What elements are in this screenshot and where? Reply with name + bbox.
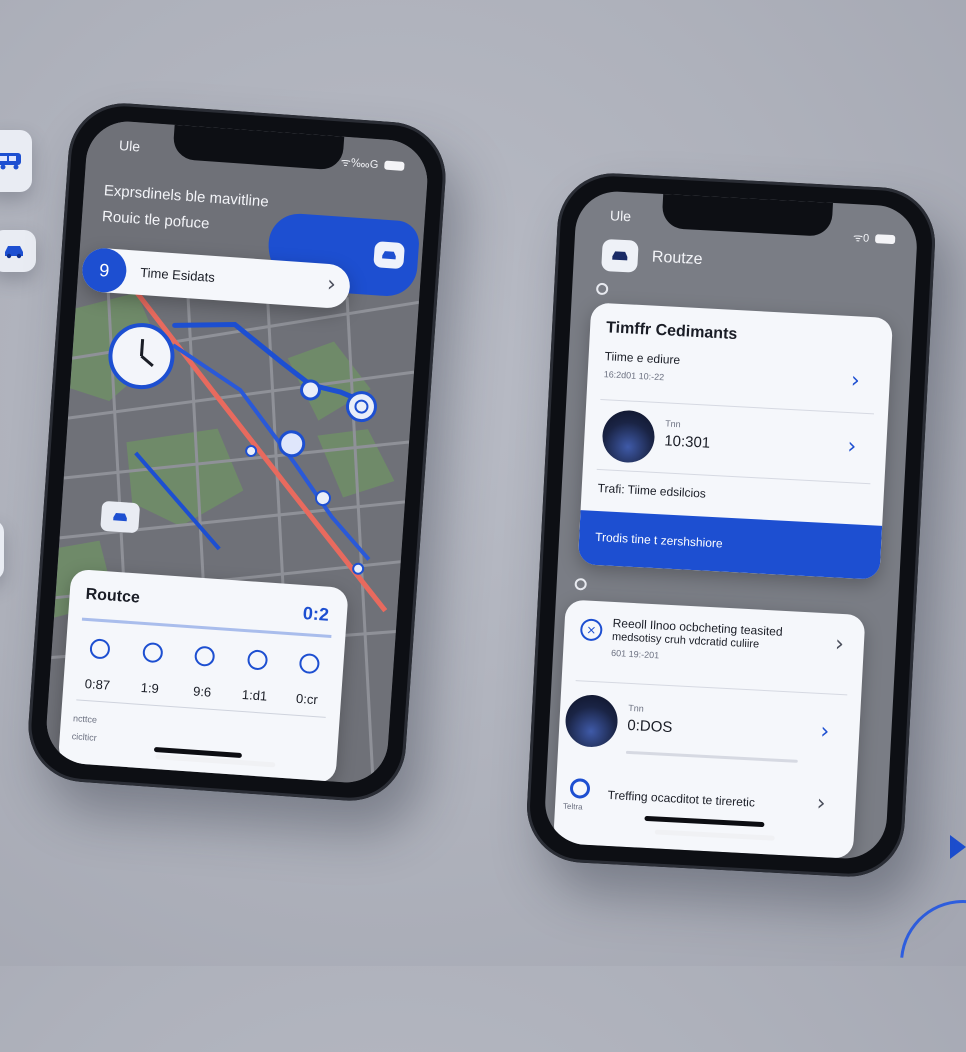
chevron-right-icon[interactable]: › (850, 368, 860, 393)
app-icon[interactable] (601, 238, 639, 273)
signal-icon: ᯤ‱G (340, 156, 379, 172)
stops-row: 0:87 1:9 9:6 1:d1 0:cr (73, 637, 334, 708)
stop-item[interactable]: 1:9 (125, 641, 177, 697)
pin-icon (246, 649, 268, 671)
stop-item[interactable]: 0:cr (282, 652, 334, 708)
chevron-right-icon[interactable]: › (847, 434, 857, 459)
car-icon (382, 251, 396, 260)
progress-track (625, 750, 798, 763)
row-title[interactable]: Trafi: Tiime edsilcios (597, 481, 706, 501)
chevron-right-icon[interactable]: › (834, 632, 844, 657)
row-label: Tnn (664, 418, 681, 430)
row-title: Treffing ocacditot te tireretic (607, 787, 756, 810)
floating-car-card (0, 230, 36, 272)
route-node (345, 391, 377, 423)
battery-icon (874, 234, 896, 245)
stop-time: 0:cr (295, 690, 319, 708)
floating-edge-card (0, 520, 4, 580)
route-card-title: Routce (85, 585, 141, 607)
status-time: Ule (609, 207, 632, 225)
signal-icon: ᯤ0 (852, 232, 870, 245)
route-node (300, 379, 322, 401)
car-icon (612, 251, 628, 261)
pin-icon (141, 641, 163, 664)
dot-icon (595, 282, 609, 296)
car-icon (5, 246, 23, 259)
traffic-card-title: Timffr Cedimants (605, 319, 738, 344)
stop-item[interactable]: 9:6 (178, 645, 230, 701)
chevron-right-icon[interactable]: › (326, 272, 337, 298)
stop-time: 1:9 (140, 679, 160, 697)
blue-arrow-decoration (950, 835, 966, 859)
chevron-right-icon[interactable]: › (820, 719, 830, 744)
route-foot-line1: ncttce (72, 713, 98, 725)
target-icon (569, 777, 591, 799)
divider (81, 617, 332, 639)
card-row[interactable]: Tnn 10:301 › (583, 406, 888, 478)
blue-arc-decoration (874, 874, 966, 1052)
car-icon (113, 512, 127, 522)
row-title: Tiime e ediure (604, 349, 681, 368)
row-sub: 601 19:-201 (610, 647, 660, 661)
right-screen: Ule ᯤ0 Routze Timffr Cedimants Tiime e e… (543, 189, 919, 861)
car-icon-button[interactable] (373, 241, 405, 270)
clock-badge (106, 320, 177, 392)
stop-item[interactable]: 0:87 (73, 637, 125, 693)
clock-icon (139, 339, 154, 368)
thumbnail-image (601, 409, 656, 464)
card-row[interactable]: × Reeoll Ilnoo ocbcheting teasited medso… (562, 609, 865, 687)
banner-text: Trodis tine t zershshiore (594, 529, 723, 551)
traffic-card: Timffr Cedimants Tiime e ediure 16:2d01 … (577, 302, 894, 580)
thumbnail-image (564, 693, 619, 749)
stop-item[interactable]: 1:d1 (230, 648, 282, 704)
route-foot-line2: ciclticr (71, 731, 98, 743)
bus-icon (0, 153, 21, 170)
close-circle-icon: × (579, 618, 603, 642)
notch (661, 193, 833, 237)
row-time: 10:301 (663, 432, 711, 452)
map-car-chip[interactable] (100, 500, 141, 534)
row-label: Tnn (628, 702, 645, 714)
row-icon-label: Teltra (562, 801, 583, 812)
route-node (352, 562, 365, 575)
left-phone: Ule ᯤ‱G Exprsdinels ble mavitline Rouic … (24, 99, 450, 805)
card-row[interactable]: Tiime e ediure 16:2d01 10:-22 › (587, 348, 891, 412)
route-card: Routce 0:2 0:87 1:9 9:6 1:d1 0:cr ncttce… (57, 568, 349, 784)
eta-title: Time Esidats (139, 264, 216, 286)
traffic-banner[interactable]: Trodis tine t zershshiore (577, 510, 883, 580)
route-node (314, 490, 331, 507)
pin-icon (89, 638, 111, 660)
right-phone: Ule ᯤ0 Routze Timffr Cedimants Tiime e e… (524, 170, 938, 880)
stop-time: 1:d1 (241, 686, 268, 704)
route-node (278, 430, 306, 458)
route-node (245, 444, 258, 457)
floating-bus-card (0, 130, 32, 192)
battery-icon (384, 160, 405, 171)
chevron-right-icon[interactable]: › (816, 791, 826, 816)
card-row[interactable]: Tnn 0:DOS › (558, 691, 861, 771)
pin-icon (194, 645, 216, 667)
app-title: Routze (651, 248, 703, 269)
status-icons: ᯤ0 (853, 230, 896, 247)
row-time: 0:DOS (626, 716, 673, 737)
stop-time: 0:87 (84, 675, 111, 693)
row-sub: 16:2d01 10:-22 (603, 369, 665, 383)
dot-icon (574, 577, 588, 591)
route-card-time: 0:2 (302, 603, 330, 625)
stop-time: 9:6 (192, 683, 212, 700)
pin-icon (298, 652, 321, 675)
home-indicator (644, 815, 765, 828)
incident-card: × Reeoll Ilnoo ocbcheting teasited medso… (553, 599, 866, 859)
left-screen: Ule ᯤ‱G Exprsdinels ble mavitline Rouic … (43, 118, 431, 786)
status-time: Ule (118, 137, 141, 155)
